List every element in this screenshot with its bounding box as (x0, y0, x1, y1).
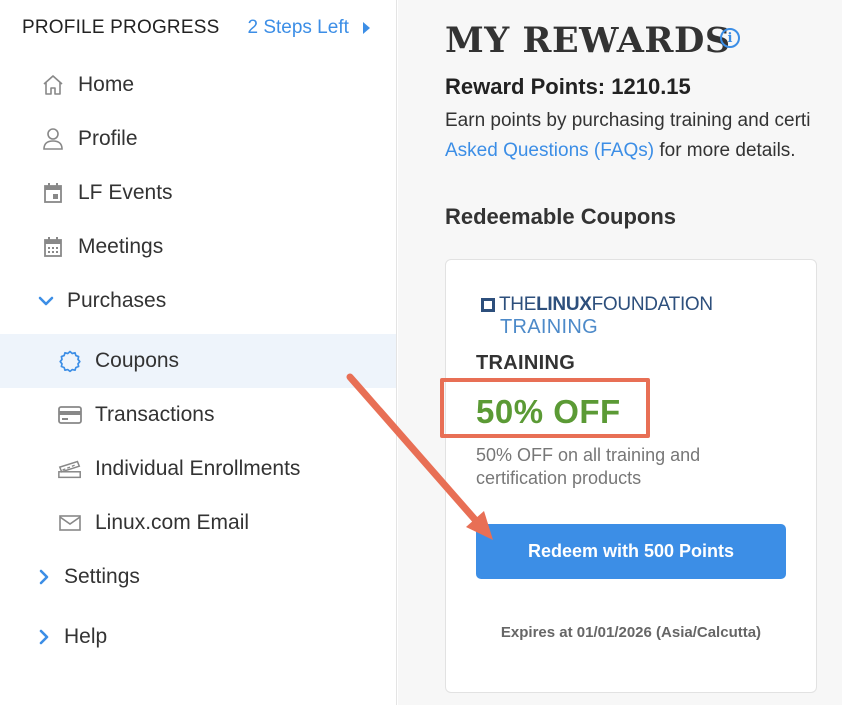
profile-progress-steps-link[interactable]: 2 Steps Left (247, 17, 348, 39)
sidebar-item-label: LF Events (78, 181, 173, 204)
ticket-icon (57, 456, 83, 482)
logo-text-the: THE (499, 294, 537, 315)
sidebar-item-label: Individual Enrollments (95, 457, 301, 480)
sidebar-item-label: Transactions (95, 403, 215, 426)
coupon-card: THE LINUX FOUNDATION TRAINING TRAINING 5… (445, 259, 817, 693)
sidebar-item-label: Coupons (95, 349, 180, 372)
sidebar-item-label: Linux.com Email (95, 511, 250, 534)
sidebar-item-transactions[interactable]: Transactions (0, 388, 396, 442)
chevron-right-icon (34, 624, 54, 650)
sidebar-item-meetings[interactable]: Meetings (0, 220, 396, 274)
chevron-down-icon (34, 288, 58, 314)
credit-card-icon (57, 402, 83, 428)
earn-points-text: Earn points by purchasing training and c… (445, 106, 810, 166)
sidebar-item-label: Meetings (78, 235, 164, 258)
sidebar-item-linux-email[interactable]: Linux.com Email (0, 496, 396, 550)
sidebar-item-purchases[interactable]: Purchases (0, 274, 396, 328)
chevron-right-icon (34, 564, 54, 590)
sidebar-item-lf-events[interactable]: LF Events (0, 166, 396, 220)
coupon-expiry: Expires at 01/01/2026 (Asia/Calcutta) (500, 624, 762, 641)
home-icon (40, 72, 66, 98)
earn-text-line: Earn points by purchasing training and c… (445, 110, 811, 131)
logo-text-foundation: FOUNDATION (591, 294, 714, 315)
sidebar-item-individual-enrollments[interactable]: Individual Enrollments (0, 442, 396, 496)
sidebar-item-label: Help (64, 625, 108, 648)
redeem-button[interactable]: Redeem with 500 Points (476, 524, 786, 579)
earn-text-suffix: for more details. (654, 140, 796, 161)
user-icon (40, 126, 66, 152)
sidebar-item-label: Purchases (67, 289, 167, 312)
info-icon[interactable]: i (720, 28, 740, 48)
linux-foundation-training-logo: THE LINUX FOUNDATION TRAINING (481, 294, 713, 338)
sidebar-item-coupons[interactable]: Coupons (0, 334, 396, 388)
faq-link[interactable]: Asked Questions (FAQs) (445, 140, 654, 161)
page-title: MY REWARDS (445, 20, 731, 61)
lf-logo-mark-icon (481, 298, 495, 312)
profile-progress-title: PROFILE PROGRESS (22, 17, 220, 38)
sidebar: PROFILE PROGRESS 2 Steps Left Home Profi… (0, 0, 397, 705)
sidebar-item-profile[interactable]: Profile (0, 112, 396, 166)
coupon-category: TRAINING (476, 352, 576, 374)
calendar-grid-icon (40, 234, 66, 260)
logo-text-training: TRAINING (500, 316, 598, 338)
profile-progress[interactable]: PROFILE PROGRESS 2 Steps Left (22, 17, 370, 39)
caret-right-icon (362, 22, 370, 34)
mail-icon (57, 510, 83, 536)
reward-points: Reward Points: 1210.15 (445, 74, 691, 99)
coupon-icon (57, 348, 83, 374)
sidebar-item-help[interactable]: Help (0, 610, 396, 664)
logo-text-linux: LINUX (536, 294, 592, 315)
annotation-highlight-box (440, 378, 650, 438)
sidebar-item-home[interactable]: Home (0, 58, 396, 112)
sidebar-item-label: Settings (64, 565, 140, 588)
sidebar-item-label: Profile (78, 127, 138, 150)
main-content: MY REWARDS i Reward Points: 1210.15 Earn… (398, 0, 842, 705)
section-title: Redeemable Coupons (445, 204, 677, 229)
calendar-icon (40, 180, 66, 206)
sidebar-item-label: Home (78, 73, 135, 96)
coupon-description: 50% OFF on all training and certificatio… (476, 445, 701, 488)
sidebar-item-settings[interactable]: Settings (0, 550, 396, 604)
